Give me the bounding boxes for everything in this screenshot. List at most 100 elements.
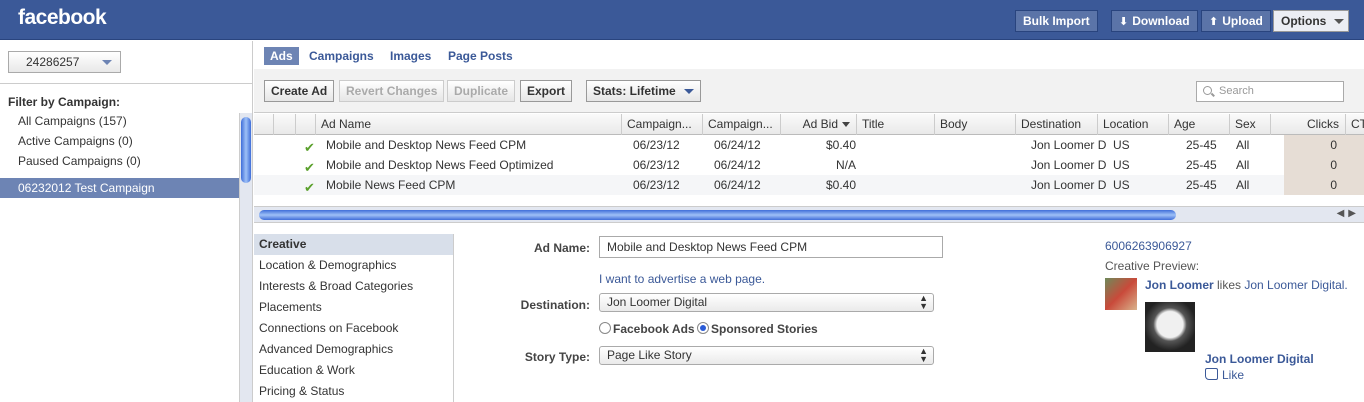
ad-bid-cell: N/A (835, 158, 856, 172)
column-sex[interactable]: Sex (1230, 114, 1271, 135)
campaign-start-cell: 06/23/12 (633, 158, 680, 172)
column-destination[interactable]: Destination (1016, 114, 1098, 135)
vertical-scrollbar[interactable] (239, 113, 252, 402)
toolbar: Create Ad Revert Changes Duplicate Expor… (254, 69, 1364, 113)
bulk-import-button[interactable]: Bulk Import (1015, 10, 1098, 32)
scroll-arrows-icon[interactable]: ◀▶ (1337, 208, 1360, 219)
select-arrows-icon: ▲ ▼ (919, 293, 928, 311)
nav-advanced-demographics[interactable]: Advanced Demographics (254, 339, 453, 360)
ad-id-link[interactable]: 6006263906927 (1105, 239, 1192, 253)
ad-name-cell: Mobile News Feed CPM (326, 178, 456, 192)
like-thumb-icon (1205, 368, 1218, 380)
stats-label: Stats: Lifetime (593, 84, 676, 98)
nav-pricing-status[interactable]: Pricing & Status (254, 381, 453, 402)
column-location[interactable]: Location (1098, 114, 1169, 135)
campaign-end-cell: 06/24/12 (714, 138, 761, 152)
campaign-item-selected[interactable]: 06232012 Test Campaign (0, 178, 239, 198)
column-ad-bid[interactable]: Ad Bid (781, 114, 857, 135)
ad-bid-cell: $0.40 (825, 178, 856, 192)
nav-interests[interactable]: Interests & Broad Categories (254, 276, 453, 297)
create-ad-button[interactable]: Create Ad (264, 80, 335, 102)
like-link[interactable]: Like (1222, 368, 1244, 382)
stats-dropdown[interactable]: Stats: Lifetime (586, 80, 701, 102)
column-ad-name[interactable]: Ad Name (316, 114, 622, 135)
select-arrows-icon: ▲ ▼ (919, 346, 928, 364)
table-row[interactable]: ✔ Mobile News Feed CPM 06/23/12 06/24/12… (254, 175, 1364, 195)
table-row[interactable]: ✔ Mobile and Desktop News Feed Optimized… (254, 155, 1364, 175)
story-user-name[interactable]: Jon Loomer (1145, 278, 1214, 292)
location-cell: US (1113, 158, 1130, 172)
ad-name-cell: Mobile and Desktop News Feed Optimized (326, 158, 554, 172)
facebook-ads-label[interactable]: Facebook Ads (613, 322, 695, 336)
options-button[interactable]: Options (1273, 10, 1349, 32)
upload-arrow-icon: ⬆ (1209, 16, 1219, 28)
destination-cell: Jon Loomer Di (1031, 138, 1106, 152)
column-ctr[interactable]: CT (1346, 114, 1364, 135)
clicks-cell: 0 (1330, 158, 1337, 172)
ad-name-input[interactable]: Mobile and Desktop News Feed CPM (599, 236, 943, 258)
download-label: Download (1132, 14, 1190, 28)
advertise-web-page-link[interactable]: I want to advertise a web page. (599, 272, 765, 286)
column-campaign-start[interactable]: Campaign... (622, 114, 703, 135)
page-avatar (1145, 302, 1195, 352)
divider (0, 83, 253, 84)
column-clicks[interactable]: Clicks (1271, 114, 1346, 135)
column-check[interactable] (296, 114, 316, 135)
nav-connections[interactable]: Connections on Facebook (254, 318, 453, 339)
sponsored-stories-radio[interactable] (697, 322, 709, 334)
column-age[interactable]: Age (1169, 114, 1230, 135)
upload-button[interactable]: ⬆ Upload (1201, 10, 1271, 32)
ad-settings-nav: Creative Location & Demographics Interes… (254, 234, 454, 402)
campaign-end-cell: 06/24/12 (714, 178, 761, 192)
destination-value: Jon Loomer Digital (607, 295, 708, 309)
tab-page-posts[interactable]: Page Posts (442, 47, 519, 65)
sponsored-stories-label[interactable]: Sponsored Stories (711, 322, 818, 336)
story-type-select[interactable]: Page Like Story ▲ ▼ (599, 346, 934, 365)
chevron-down-icon (102, 60, 112, 65)
story-type-label: Story Type: (524, 350, 590, 364)
clicks-cell: 0 (1330, 138, 1337, 152)
nav-placements[interactable]: Placements (254, 297, 453, 318)
filter-active-campaigns[interactable]: Active Campaigns (0) (18, 134, 133, 148)
download-button[interactable]: ⬇ Download (1111, 10, 1198, 32)
story-likes-text: likes (1217, 278, 1242, 292)
tab-campaigns[interactable]: Campaigns (303, 47, 380, 65)
filter-paused-campaigns[interactable]: Paused Campaigns (0) (18, 154, 141, 168)
account-selector[interactable]: 24286257 (8, 51, 121, 73)
scroll-thumb[interactable] (259, 210, 1176, 220)
top-bar: facebook Bulk Import ⬇ Download ⬆ Upload O… (0, 0, 1364, 40)
revert-changes-button[interactable]: Revert Changes (339, 80, 445, 102)
duplicate-button[interactable]: Duplicate (447, 80, 516, 102)
filter-all-campaigns[interactable]: All Campaigns (157) (18, 114, 127, 128)
account-id: 24286257 (26, 55, 80, 69)
upload-label: Upload (1222, 14, 1263, 28)
story-line: Jon Loomer likes Jon Loomer Digital. (1145, 278, 1348, 292)
column-flag[interactable] (274, 114, 296, 135)
export-button[interactable]: Export (520, 80, 573, 102)
campaign-end-cell: 06/24/12 (714, 158, 761, 172)
nav-education-work[interactable]: Education & Work (254, 360, 453, 381)
table-header: Ad Name Campaign... Campaign... Ad Bid T… (254, 114, 1364, 135)
chevron-down-icon (683, 89, 694, 95)
search-input[interactable]: Search (1196, 81, 1344, 102)
options-label: Options (1281, 14, 1327, 28)
facebook-ads-radio[interactable] (599, 322, 611, 334)
scroll-thumb[interactable] (241, 117, 251, 183)
page-title-link[interactable]: Jon Loomer Digital (1205, 352, 1314, 366)
column-body[interactable]: Body (935, 114, 1016, 135)
destination-select[interactable]: Jon Loomer Digital ▲ ▼ (599, 293, 934, 312)
sex-cell: All (1236, 158, 1250, 172)
creative-preview-label: Creative Preview: (1105, 259, 1200, 273)
nav-location-demographics[interactable]: Location & Demographics (254, 255, 453, 276)
nav-creative[interactable]: Creative (254, 234, 453, 255)
campaign-sidebar: 24286257 Filter by Campaign: All Campaig… (0, 41, 253, 402)
horizontal-scrollbar[interactable]: ◀▶ (254, 206, 1364, 223)
tab-ads[interactable]: Ads (264, 47, 299, 65)
facebook-logo[interactable]: facebook (18, 6, 107, 30)
column-status[interactable] (254, 114, 274, 135)
tab-images[interactable]: Images (384, 47, 437, 65)
column-title[interactable]: Title (857, 114, 935, 135)
column-campaign-end[interactable]: Campaign... (703, 114, 781, 135)
table-row[interactable]: ✔ Mobile and Desktop News Feed CPM 06/23… (254, 135, 1364, 155)
story-page-name[interactable]: Jon Loomer Digital. (1244, 278, 1347, 292)
